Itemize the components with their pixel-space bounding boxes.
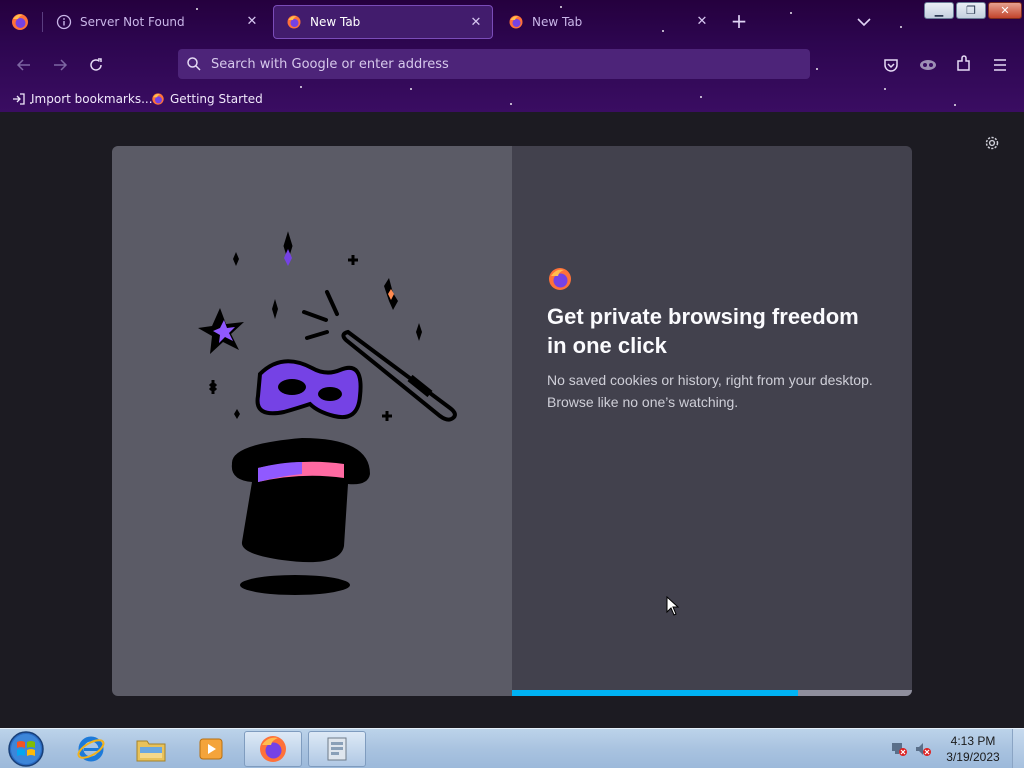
taskbar-file-explorer[interactable]	[122, 731, 180, 767]
address-bar[interactable]	[178, 49, 810, 79]
clock-date: 3/19/2023	[946, 750, 1000, 764]
magic-hat-illustration	[198, 231, 457, 595]
taskbar-firefox[interactable]	[244, 731, 302, 767]
mouse-cursor-icon	[666, 596, 680, 616]
close-tab-icon[interactable]: ✕	[694, 14, 710, 30]
promo-progress-track	[512, 690, 912, 696]
taskbar-media-player[interactable]	[182, 731, 240, 767]
taskbar-internet-explorer[interactable]	[62, 731, 120, 767]
back-button[interactable]	[12, 53, 36, 77]
reload-icon	[90, 58, 102, 71]
firefox-icon	[152, 93, 164, 105]
reload-button[interactable]	[84, 53, 108, 77]
extensions-icon[interactable]	[955, 55, 973, 73]
tab-strip: Server Not Found ✕ New Tab ✕ New Tab ✕ +	[0, 0, 1024, 44]
close-tab-icon[interactable]: ✕	[468, 15, 484, 31]
tab-new-tab[interactable]: New Tab ✕	[496, 5, 718, 39]
tab-title: New Tab	[532, 15, 583, 29]
promo-progress-bar	[512, 690, 798, 696]
close-tab-icon[interactable]: ✕	[244, 14, 260, 30]
bookmarks-toolbar: Import bookmarks... Getting Started	[0, 86, 1024, 112]
app-icon	[327, 737, 347, 761]
system-clock[interactable]: 4:13 PM 3/19/2023	[940, 733, 1006, 765]
minimize-button[interactable]: ▁	[924, 2, 954, 19]
promo-description: No saved cookies or history, right from …	[547, 372, 873, 410]
volume-muted-icon[interactable]	[914, 741, 932, 757]
pocket-icon[interactable]	[882, 56, 900, 74]
network-error-icon[interactable]	[890, 741, 908, 757]
internet-explorer-icon	[77, 736, 105, 762]
file-explorer-icon	[136, 740, 166, 762]
bookmark-label: Getting Started	[170, 92, 263, 106]
restore-button[interactable]: ❐	[956, 2, 986, 19]
promo-illustration-panel	[112, 146, 512, 696]
promo-text-panel: Get private browsing freedom in one clic…	[512, 146, 912, 696]
show-desktop-button[interactable]	[1012, 729, 1024, 768]
search-input[interactable]	[211, 56, 791, 72]
browser-chrome: Server Not Found ✕ New Tab ✕ New Tab ✕ +	[0, 0, 1024, 112]
search-icon	[187, 57, 201, 71]
tab-title: New Tab	[310, 15, 361, 29]
back-arrow-icon	[16, 59, 30, 71]
private-browsing-icon[interactable]	[918, 56, 938, 74]
window-controls: ▁ ❐ ✕	[924, 2, 1022, 19]
info-icon	[56, 14, 72, 30]
import-icon	[13, 93, 25, 105]
tab-separator	[42, 12, 43, 32]
hamburger-menu-icon[interactable]	[991, 56, 1009, 74]
media-player-icon	[199, 738, 223, 760]
clock-time: 4:13 PM	[950, 734, 996, 748]
gear-icon[interactable]	[983, 134, 1001, 152]
firefox-icon[interactable]	[10, 12, 30, 32]
firefox-icon	[287, 15, 301, 29]
tab-title: Server Not Found	[80, 15, 185, 29]
taskbar: 4:13 PM 3/19/2023	[0, 728, 1024, 768]
chevron-down-icon[interactable]	[854, 12, 874, 32]
firefox-icon	[260, 736, 286, 762]
taskbar-app[interactable]	[308, 731, 366, 767]
firefox-logo-icon	[549, 268, 571, 290]
tab-new-tab-active[interactable]: New Tab ✕	[273, 5, 493, 39]
private-browsing-promo-modal: Get private browsing freedom in one clic…	[112, 146, 912, 696]
forward-arrow-icon	[54, 59, 68, 71]
bookmark-label: Import bookmarks...	[31, 92, 153, 106]
forward-button[interactable]	[48, 53, 72, 77]
firefox-icon	[509, 15, 523, 29]
page-content: Get private browsing freedom in one clic…	[0, 112, 1024, 728]
new-tab-button[interactable]: +	[728, 11, 750, 33]
bookmark-getting-started[interactable]: Getting Started	[151, 90, 263, 108]
start-button[interactable]	[6, 730, 46, 768]
promo-title: Get private browsing freedom in one clic…	[547, 304, 859, 358]
close-window-button[interactable]: ✕	[988, 2, 1022, 19]
bookmark-import[interactable]: Import bookmarks...	[12, 90, 153, 108]
tab-server-not-found[interactable]: Server Not Found ✕	[44, 5, 268, 39]
